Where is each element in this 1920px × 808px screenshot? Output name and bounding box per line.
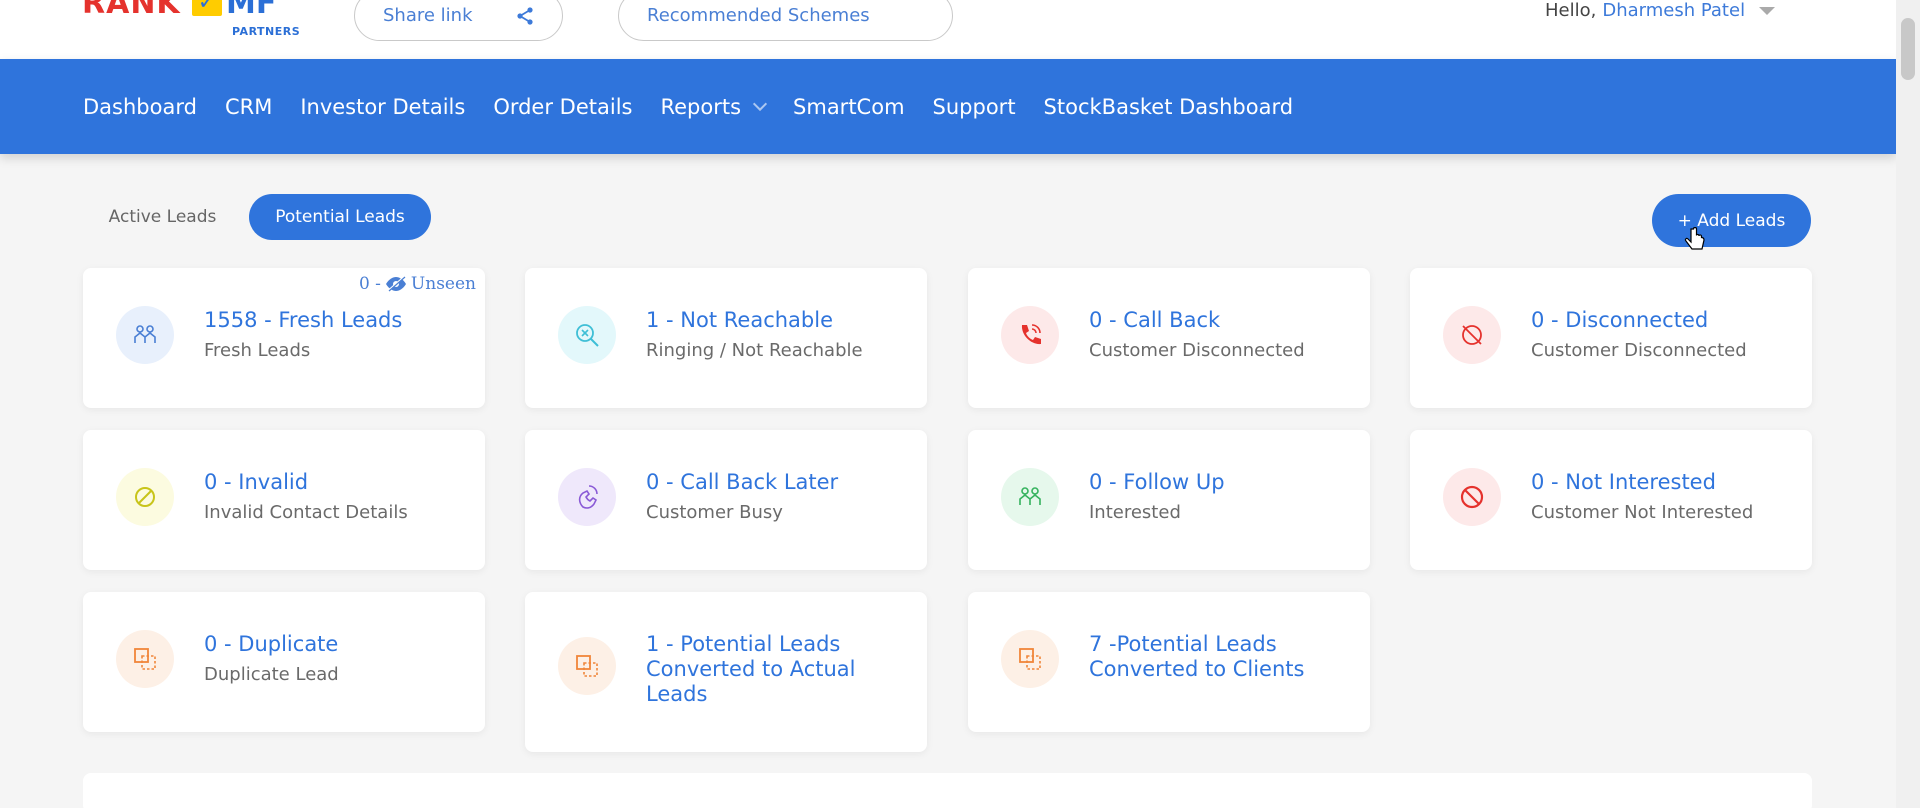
- phone-icon: [1001, 306, 1059, 364]
- main-nav: Dashboard CRM Investor Details Order Det…: [0, 59, 1896, 154]
- top-header: RANK ✓ MF PARTNERS Share link Recommende…: [0, 0, 1896, 59]
- bottom-panel: [83, 773, 1812, 808]
- card-title[interactable]: 0 - Duplicate: [204, 632, 474, 657]
- card-title[interactable]: 0 - Invalid: [204, 470, 474, 495]
- card-title[interactable]: 7 -Potential Leads Converted to Clients: [1089, 632, 1359, 682]
- duplicate-icon: [558, 637, 616, 695]
- eye-slash-icon: [385, 276, 406, 292]
- card-subtitle: Customer Disconnected: [1089, 340, 1305, 361]
- nav-stockbasket-dashboard[interactable]: StockBasket Dashboard: [1044, 95, 1294, 119]
- card-title[interactable]: 0 - Not Interested: [1531, 470, 1801, 495]
- ban-icon: [1443, 468, 1501, 526]
- tab-active-leads[interactable]: Active Leads: [90, 194, 235, 240]
- tab-potential-leads[interactable]: Potential Leads: [249, 194, 431, 240]
- scrollbar-thumb[interactable]: [1901, 18, 1915, 80]
- logo-rank: RANK: [82, 0, 181, 21]
- user-greeting[interactable]: Hello, Dharmesh Patel: [1545, 0, 1776, 21]
- card-subtitle: Fresh Leads: [204, 340, 311, 361]
- nav-support[interactable]: Support: [933, 95, 1016, 119]
- share-link-button[interactable]: Share link: [354, 0, 563, 41]
- card-subtitle: Ringing / Not Reachable: [646, 340, 863, 361]
- card-subtitle: Invalid Contact Details: [204, 502, 408, 523]
- unseen-count: 0 -: [358, 274, 381, 294]
- nav-order-details[interactable]: Order Details: [493, 95, 632, 119]
- card-title[interactable]: 1 - Not Reachable: [646, 308, 916, 333]
- lead-status-card[interactable]: 0 - Follow Up Interested: [968, 430, 1370, 570]
- invalid-icon: [116, 468, 174, 526]
- lead-status-card[interactable]: 1 - Not Reachable Ringing / Not Reachable: [525, 268, 927, 408]
- lead-status-card[interactable]: 0 - Disconnected Customer Disconnected: [1410, 268, 1812, 408]
- lead-status-card[interactable]: 1 - Potential Leads Converted to Actual …: [525, 592, 927, 752]
- lead-status-card[interactable]: 0 - Not Interested Customer Not Intereste…: [1410, 430, 1812, 570]
- people-icon: [1001, 468, 1059, 526]
- scrollbar[interactable]: [1896, 0, 1920, 808]
- logo-check-icon: ✓: [192, 0, 222, 16]
- lead-status-card[interactable]: 0 - Duplicate Duplicate Lead: [83, 592, 485, 732]
- card-title[interactable]: 0 - Call Back: [1089, 308, 1359, 333]
- hello-label: Hello,: [1545, 0, 1597, 21]
- lead-status-card[interactable]: 0 - Call Back Customer Disconnected: [968, 268, 1370, 408]
- card-title[interactable]: 0 - Disconnected: [1531, 308, 1801, 333]
- share-link-label: Share link: [383, 5, 473, 26]
- nav-dashboard[interactable]: Dashboard: [83, 95, 197, 119]
- nav-crm[interactable]: CRM: [225, 95, 272, 119]
- busy-icon: [558, 468, 616, 526]
- nav-investor-details[interactable]: Investor Details: [300, 95, 465, 119]
- people-icon: [116, 306, 174, 364]
- card-title[interactable]: 1 - Potential Leads Converted to Actual …: [646, 632, 916, 707]
- share-icon: [517, 6, 533, 25]
- logo-mf: MF: [226, 0, 277, 21]
- hand-cursor-icon: [1684, 227, 1705, 250]
- nav-smartcom[interactable]: SmartCom: [793, 95, 905, 119]
- recommended-schemes-button[interactable]: Recommended Schemes: [618, 0, 953, 41]
- search-x-icon: [558, 306, 616, 364]
- recommended-schemes-label: Recommended Schemes: [647, 5, 870, 26]
- card-subtitle: Customer Disconnected: [1531, 340, 1747, 361]
- chevron-down-icon[interactable]: [1759, 6, 1776, 15]
- card-subtitle: Duplicate Lead: [204, 664, 339, 685]
- logo-partners: PARTNERS: [232, 25, 301, 38]
- chevron-down-icon: [752, 96, 768, 111]
- lead-status-card[interactable]: 0 - Invalid Invalid Contact Details: [83, 430, 485, 570]
- disconnected-icon: [1443, 306, 1501, 364]
- lead-status-card[interactable]: 1558 - Fresh Leads Fresh Leads 0 - Unseen: [83, 268, 485, 408]
- card-subtitle: Customer Busy: [646, 502, 783, 523]
- card-subtitle: Customer Not Interested: [1531, 502, 1754, 523]
- unseen-counter[interactable]: 0 - Unseen: [359, 274, 476, 294]
- card-title[interactable]: 1558 - Fresh Leads: [204, 308, 474, 333]
- lead-status-card[interactable]: 7 -Potential Leads Converted to Clients: [968, 592, 1370, 732]
- nav-reports-label: Reports: [660, 94, 742, 119]
- lead-status-card[interactable]: 0 - Call Back Later Customer Busy: [525, 430, 927, 570]
- user-name[interactable]: Dharmesh Patel: [1602, 0, 1745, 21]
- nav-reports[interactable]: Reports: [660, 94, 768, 119]
- duplicate-icon: [116, 630, 174, 688]
- card-title[interactable]: 0 - Call Back Later: [646, 470, 916, 495]
- duplicate-icon: [1001, 630, 1059, 688]
- card-title[interactable]: 0 - Follow Up: [1089, 470, 1359, 495]
- unseen-label: Unseen: [410, 274, 476, 294]
- rankmf-logo[interactable]: RANK ✓ MF PARTNERS: [82, 0, 302, 40]
- card-subtitle: Interested: [1089, 502, 1181, 523]
- add-leads-button[interactable]: + Add Leads: [1652, 194, 1811, 247]
